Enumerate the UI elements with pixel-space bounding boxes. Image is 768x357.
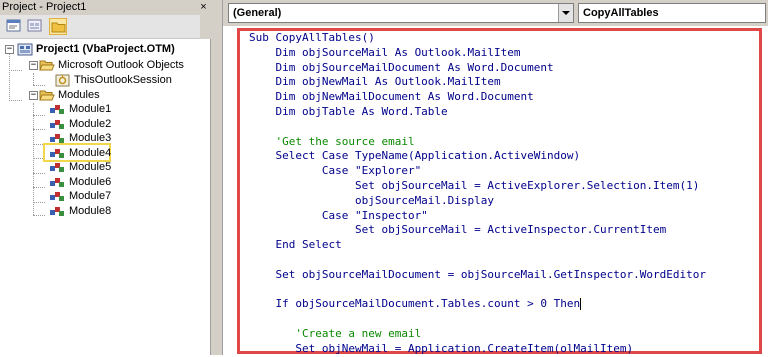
open-folder-icon: [39, 60, 55, 71]
tree-node-module8[interactable]: Module8: [49, 204, 111, 219]
toggle-folders-icon: [51, 22, 66, 33]
module-label: Module7: [69, 190, 112, 202]
code-comment-line: 'Get the source email: [249, 134, 415, 148]
project-label: Project1 (VbaProject.OTM): [36, 43, 175, 55]
module-icon: [50, 192, 64, 201]
tree-node-module6[interactable]: Module6: [49, 175, 111, 190]
view-code-button[interactable]: [5, 18, 23, 35]
tree-connector: [33, 201, 45, 203]
modules-folder-label: Modules: [58, 89, 100, 101]
tree-node-modules-folder[interactable]: Modules: [39, 88, 100, 103]
object-dropdown[interactable]: (General): [228, 3, 574, 23]
code-line: Set objSourceMail = ActiveInspector.Curr…: [249, 223, 667, 237]
module-icon: [50, 206, 64, 216]
object-dropdown-value: (General): [233, 7, 282, 19]
module-label: Module4: [69, 146, 112, 159]
tree-node-module4[interactable]: Module4: [49, 146, 111, 161]
tree-node-outlook-session[interactable]: ThisOutlookSession: [55, 73, 172, 88]
code-line: objSourceMail.Display: [249, 193, 495, 207]
code-combo-bar: (General) CopyAllTables: [223, 0, 768, 26]
outlook-objects-label: Microsoft Outlook Objects: [58, 59, 184, 71]
outlook-objects-collapse-toggle[interactable]: −: [29, 61, 38, 70]
module-label: Module1: [69, 103, 112, 115]
tree-connector: [9, 70, 22, 71]
code-line: If objSourceMailDocument.Tables.count > …: [249, 297, 582, 311]
tree-connector: [9, 100, 22, 101]
tree-connector: [33, 129, 45, 130]
tree-node-module5[interactable]: Module5: [49, 160, 111, 175]
code-line: Select Case TypeName(Application.ActiveW…: [249, 149, 581, 163]
open-folder-icon: [39, 90, 55, 101]
outlook-session-icon: [55, 74, 70, 87]
view-object-button[interactable]: [26, 18, 44, 35]
toolbar-scroll-stub: [200, 15, 211, 39]
pane-splitter[interactable]: [211, 0, 223, 355]
tree-node-module2[interactable]: Module2: [49, 117, 111, 132]
code-line: Dim objSourceMailDocument As Word.Docume…: [249, 60, 554, 74]
vba-project-icon: [17, 43, 33, 56]
project-explorer-pane: Project - Project1 × − Project1 (VbaProj…: [0, 0, 211, 355]
code-line: End Select: [249, 238, 342, 252]
code-editor[interactable]: Sub CopyAllTables() Dim objSourceMail As…: [223, 26, 768, 355]
view-code-icon: [6, 19, 21, 32]
code-line: Case "Inspector": [249, 208, 428, 222]
procedure-dropdown[interactable]: CopyAllTables: [578, 3, 766, 23]
text-caret: [580, 298, 582, 311]
module-label: Module8: [69, 204, 112, 217]
code-lines: Sub CopyAllTables() Dim objSourceMail As…: [249, 31, 706, 357]
code-window: (General) CopyAllTables Sub CopyAllTable…: [223, 0, 768, 355]
module-icon: [50, 119, 64, 129]
tree-connector: [33, 114, 45, 116]
toggle-folders-button[interactable]: [49, 18, 67, 35]
tree-connector: [33, 215, 45, 216]
project-toolbar: [0, 15, 211, 39]
tree-node-module1[interactable]: Module1: [49, 102, 111, 117]
code-line: Dim objNewMailDocument As Word.Document: [249, 90, 534, 104]
tree-connector: [33, 187, 45, 188]
tree-connector: [9, 53, 10, 101]
code-comment-line: 'Create a new email: [249, 326, 422, 340]
modules-collapse-toggle[interactable]: −: [29, 91, 38, 100]
tree-node-outlook-objects[interactable]: Microsoft Outlook Objects: [39, 58, 184, 73]
module-icon: [50, 148, 64, 158]
code-line: Dim objSourceMail As Outlook.MailItem: [249, 45, 521, 59]
project-tree: − Project1 (VbaProject.OTM) − Microsoft …: [0, 40, 208, 355]
procedure-dropdown-value: CopyAllTables: [583, 7, 659, 19]
code-line: Sub CopyAllTables(): [249, 31, 375, 44]
code-line: Case "Explorer": [249, 164, 422, 178]
close-pane-button[interactable]: ×: [196, 0, 211, 15]
module-icon: [50, 177, 64, 187]
tree-connector: [33, 85, 45, 86]
code-line: Dim objNewMail As Outlook.MailItem: [249, 75, 501, 89]
module-label: Module6: [69, 175, 112, 188]
tree-connector: [33, 172, 45, 174]
chevron-down-icon[interactable]: [558, 4, 573, 22]
project-explorer-title: Project - Project1: [0, 0, 202, 15]
tree-connector: [33, 73, 34, 85]
module-icon: [50, 105, 64, 114]
project-collapse-toggle[interactable]: −: [5, 45, 14, 54]
module-icon: [50, 163, 64, 172]
tree-connector: [33, 103, 34, 215]
tree-node-project[interactable]: Project1 (VbaProject.OTM): [17, 42, 175, 57]
code-line: Set objSourceMail = ActiveExplorer.Selec…: [249, 178, 700, 192]
code-line: Set objSourceMailDocument = objSourceMai…: [249, 267, 706, 281]
tree-node-module7[interactable]: Module7: [49, 189, 111, 204]
outlook-session-label: ThisOutlookSession: [74, 74, 172, 86]
module-label: Module5: [69, 161, 112, 173]
module-label: Module2: [69, 117, 112, 130]
code-line: Dim objTable As Word.Table: [249, 104, 448, 118]
code-line: Set objNewMail = Application.CreateItem(…: [249, 341, 634, 355]
view-object-icon: [27, 19, 42, 32]
